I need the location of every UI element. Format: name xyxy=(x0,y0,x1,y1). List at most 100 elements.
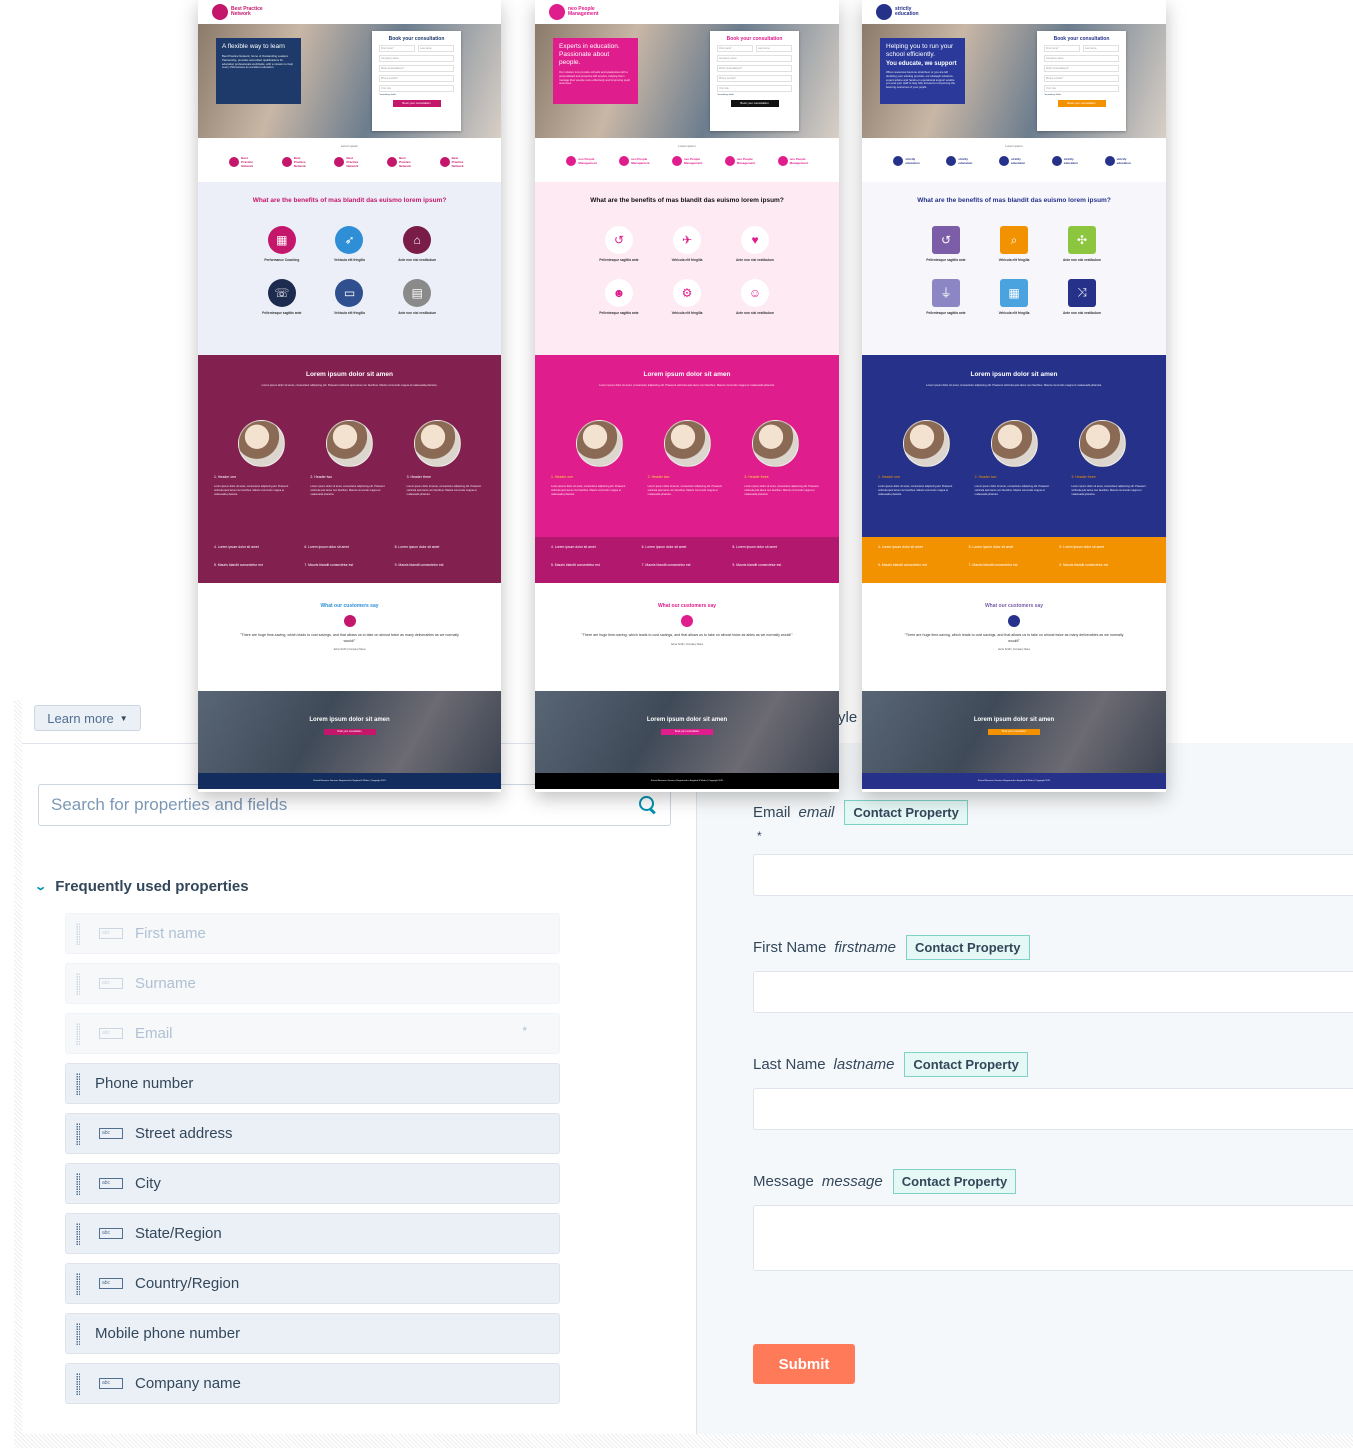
benefit-label: Ante non nisi vestibulum xyxy=(398,258,437,262)
benefit-label: Vehicula elit fringilla xyxy=(998,258,1030,262)
speech-icon: ☏ xyxy=(267,278,296,307)
benefit-item: ⤨ Ante non nisi vestibulum xyxy=(1048,278,1116,316)
logo-icon xyxy=(566,156,577,166)
property-item-email[interactable]: abc Email * xyxy=(65,1013,560,1054)
drag-handle-icon[interactable] xyxy=(76,922,80,945)
feature-column-text: Lorem ipsum dolor sit amet, consectetur … xyxy=(744,485,819,496)
learn-more-dropdown[interactable]: Learn more ▼ xyxy=(34,705,141,731)
feature-title: Lorem ipsum dolor sit amen xyxy=(643,371,731,378)
drag-handle-icon[interactable] xyxy=(76,1172,80,1195)
drag-handle-icon[interactable] xyxy=(76,1122,80,1145)
feature-list-item: 4. Lorem ipsum dolor sit amet xyxy=(551,545,596,549)
search-input[interactable] xyxy=(51,795,638,815)
lastname-input[interactable] xyxy=(753,1088,1353,1130)
required-icon: * xyxy=(522,1024,527,1038)
feature-photo xyxy=(238,420,286,467)
form-field-firstname[interactable]: First Name firstname Contact Property xyxy=(753,935,1030,960)
drag-handle-icon[interactable] xyxy=(76,972,80,995)
testimonial-logo-icon xyxy=(681,615,693,627)
feature-column: 1. Header one Lorem ipsum dolor sit amet,… xyxy=(214,475,292,496)
field-label: First Name xyxy=(753,939,827,956)
testimonial-quote: "There are huge time-saving, which leads… xyxy=(240,633,459,643)
property-label: Mobile phone number xyxy=(95,1325,241,1342)
mockup-hero: Experts in education. Passionate about p… xyxy=(535,24,839,138)
mockup-header: neo People Management xyxy=(535,0,839,24)
brand-logo: neo People Management xyxy=(549,4,608,20)
feature-photo xyxy=(902,420,950,467)
brand-name: strictly education xyxy=(905,157,920,165)
feature-column-header: 2. Header two xyxy=(647,475,670,479)
property-item-phone-number[interactable]: Phone number xyxy=(65,1063,560,1104)
feature-list-item: 5. Mauris blandit consectetur est xyxy=(214,562,263,567)
feature-list-item: 8. Lorem ipsum dolor sit amet xyxy=(1059,545,1104,549)
history-icon: ↺ xyxy=(605,226,633,254)
feature-column: 3. Header three Lorem ipsum dolor sit ame… xyxy=(744,475,823,496)
logo-icon xyxy=(1051,156,1062,166)
feature-column-text: Lorem ipsum dolor sit amet, consectetur … xyxy=(551,485,626,496)
calendar-icon: ▦ xyxy=(1000,278,1028,307)
property-item-surname[interactable]: abc Surname xyxy=(65,963,560,1004)
brand-name: neo People Management xyxy=(568,6,599,17)
property-label: Country/Region xyxy=(135,1275,240,1292)
cta-button: Book your consultation xyxy=(661,729,713,735)
firstname-input[interactable] xyxy=(753,971,1353,1013)
chevron-down-icon[interactable]: ⌄ xyxy=(34,880,47,893)
brand-name: neo People Management xyxy=(578,157,597,165)
benefits-grid: ↺ Pellentesque sagittis ante ✈ Vehicula eli… xyxy=(585,226,789,315)
form-input: Last name xyxy=(756,45,792,52)
property-item-company-name[interactable]: abc Company name xyxy=(65,1363,560,1404)
form-input: Last name xyxy=(418,45,454,52)
feature-column: 2. Header two Lorem ipsum dolor sit amet,… xyxy=(975,475,1054,496)
feature-column: 1. Header one Lorem ipsum dolor sit amet,… xyxy=(878,475,957,496)
brand-name: strictly education xyxy=(958,157,973,165)
logo-row: strictly education strictly education stri… xyxy=(862,156,1166,166)
property-item-street-address[interactable]: abc Street address xyxy=(65,1113,560,1154)
drag-handle-icon[interactable] xyxy=(76,1022,80,1045)
mockup-footer: School Business Services Registered in E… xyxy=(862,773,1166,789)
logo-icon xyxy=(281,157,292,167)
drag-handle-icon[interactable] xyxy=(76,1322,80,1345)
form-input: Your role xyxy=(717,85,792,92)
brand-name: Best Practice Network xyxy=(346,156,359,168)
drag-handle-icon[interactable] xyxy=(76,1372,80,1395)
section-header-frequently-used[interactable]: ⌄ Frequently used properties xyxy=(34,878,248,895)
submit-button[interactable]: Submit xyxy=(753,1344,855,1384)
brand-logo: Best Practice Network xyxy=(212,4,271,20)
mockup-hero: Helping you to run your school efficient… xyxy=(862,24,1166,138)
editor-shadow xyxy=(14,700,22,1440)
drag-handle-icon[interactable] xyxy=(76,1072,80,1095)
contact-property-badge: Contact Property xyxy=(906,935,1030,960)
search-icon[interactable] xyxy=(638,795,658,815)
partner-logo: strictly education xyxy=(998,156,1029,166)
benefit-item: ▭ Vehicula elit fringilla xyxy=(316,278,384,316)
partner-logo: Best Practice Network xyxy=(334,156,364,168)
feature-list-item: 7. Mauris blandit consectetur est xyxy=(968,562,1018,567)
logo-icon xyxy=(619,156,630,166)
hero-title: Experts in education. Passionate about p… xyxy=(559,43,620,66)
brand-name: strictly education xyxy=(1116,157,1131,165)
benefit-label: Ante non nisi vestibulum xyxy=(1063,258,1101,262)
text-field-icon: abc xyxy=(99,978,123,989)
property-item-state-region[interactable]: abc State/Region xyxy=(65,1213,560,1254)
message-textarea[interactable] xyxy=(753,1205,1353,1271)
contact-property-badge: Contact Property xyxy=(844,800,968,825)
hero-text-box: A flexible way to learn Best Practice Ne… xyxy=(216,38,301,104)
form-field-message[interactable]: Message message Contact Property xyxy=(753,1169,1017,1194)
property-item-country-region[interactable]: abc Country/Region xyxy=(65,1263,560,1304)
feature-column-text: Lorem ipsum dolor sit amet, consectetur … xyxy=(214,485,289,496)
drag-handle-icon[interactable] xyxy=(76,1222,80,1245)
property-item-first-name[interactable]: abc First name xyxy=(65,913,560,954)
email-input[interactable] xyxy=(753,854,1353,896)
property-item-mobile-phone[interactable]: Mobile phone number xyxy=(65,1313,560,1354)
property-item-city[interactable]: abc City xyxy=(65,1163,560,1204)
form-submit-button: Book your consultation xyxy=(730,100,779,107)
tab-style[interactable]: yle xyxy=(838,709,857,726)
form-input: Last name xyxy=(1083,45,1119,52)
form-field-lastname[interactable]: Last Name lastname Contact Property xyxy=(753,1052,1028,1077)
testimonial-title: What our customers say xyxy=(657,603,717,609)
consultation-form: Book your consultation First name* Last n… xyxy=(1037,31,1126,131)
form-title: Book your consultation xyxy=(726,36,783,42)
drag-handle-icon[interactable] xyxy=(76,1272,80,1295)
form-title: Book your consultation xyxy=(1053,36,1110,42)
form-field-email[interactable]: Email email Contact Property * xyxy=(753,800,968,843)
